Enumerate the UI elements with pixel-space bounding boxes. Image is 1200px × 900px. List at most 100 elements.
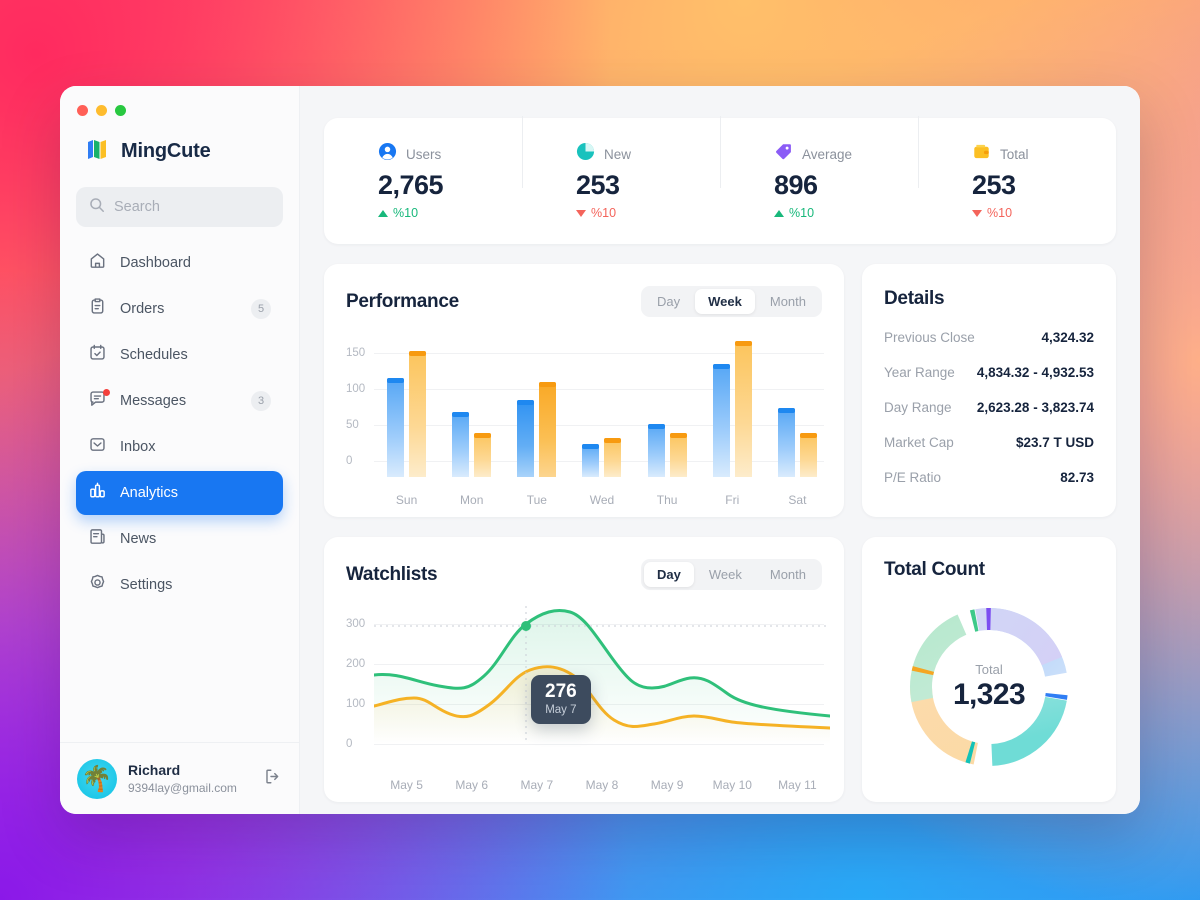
y-tick: 300 (346, 618, 366, 630)
bar-group-thu (635, 335, 700, 477)
y-tick: 0 (346, 738, 353, 750)
bar-orange[interactable] (799, 432, 817, 477)
stat-delta-value: %10 (987, 206, 1013, 220)
sidebar-item-schedules[interactable]: Schedules (76, 333, 283, 377)
stat-delta-value: %10 (591, 206, 617, 220)
zoom-button[interactable] (115, 105, 126, 116)
sidebar-item-label: Messages (120, 393, 187, 409)
watchlists-tabs: Day Week Month (641, 559, 822, 590)
performance-tabs: Day Week Month (641, 286, 822, 317)
x-axis-labels: Sun Mon Tue Wed Thu Fri Sat (374, 493, 830, 507)
bar-orange[interactable] (604, 438, 622, 477)
stat-average: Average 896 %10 (720, 116, 918, 220)
x-tick: May 7 (520, 778, 554, 792)
bar-blue[interactable] (452, 411, 470, 477)
y-tick: 100 (346, 383, 366, 395)
calendar-check-icon (88, 343, 107, 367)
close-button[interactable] (77, 105, 88, 116)
avatar-image: 🌴 (81, 764, 113, 793)
bar-cap (777, 407, 795, 413)
pie-chart-icon (576, 142, 595, 166)
bar-orange[interactable] (539, 382, 557, 477)
sidebar-item-label: Settings (120, 577, 173, 593)
bar-blue[interactable] (777, 407, 795, 477)
total-count-card: Total Count Total 1,323 (862, 537, 1116, 802)
sidebar-item-dashboard[interactable]: Dashboard (76, 241, 283, 285)
avatar: 🌴 (77, 758, 117, 799)
bar-group-container (374, 335, 830, 477)
page-title: Details (884, 288, 945, 309)
minimize-button[interactable] (96, 105, 107, 116)
detail-label: P/E Ratio (884, 470, 942, 485)
sidebar-badge: 5 (251, 299, 271, 319)
sidebar-item-inbox[interactable]: Inbox (76, 425, 283, 469)
stat-label: Total (1000, 146, 1029, 162)
x-tick: Fri (725, 493, 740, 507)
sidebar-item-settings[interactable]: Settings (76, 563, 283, 607)
detail-row: P/E Ratio 82.73 (884, 460, 1094, 495)
tab-week[interactable]: Week (695, 289, 755, 314)
y-tick: 100 (346, 698, 366, 710)
sidebar-item-news[interactable]: News (76, 517, 283, 561)
bar-group-tue (504, 335, 569, 477)
bar-orange[interactable] (409, 350, 427, 477)
tab-week[interactable]: Week (696, 562, 755, 587)
user-profile[interactable]: 🌴 Richard 9394lay@gmail.com (60, 742, 299, 814)
brand: MingCute (60, 116, 299, 165)
bar-orange[interactable] (474, 432, 492, 477)
tab-day[interactable]: Day (644, 289, 693, 314)
bar-blue[interactable] (712, 364, 730, 477)
stat-new: New 253 %10 (522, 116, 720, 220)
bar-orange[interactable] (734, 340, 752, 477)
sidebar: MingCute Search Dashboard Orders 5 Sched… (60, 86, 300, 814)
performance-card: Performance Day Week Month 150 100 50 0 (324, 264, 844, 517)
detail-value: 2,623.28 - 3,823.74 (976, 400, 1094, 415)
user-name: Richard (128, 761, 181, 778)
sidebar-item-analytics[interactable]: Analytics (76, 471, 283, 515)
tab-month[interactable]: Month (757, 562, 819, 587)
bar-cap (734, 340, 752, 346)
bar-blue[interactable] (517, 399, 535, 477)
tab-month[interactable]: Month (757, 289, 819, 314)
tooltip-date: May 7 (545, 703, 577, 716)
x-tick: May 5 (390, 778, 423, 792)
detail-value: 82.73 (1060, 470, 1094, 485)
bar-cap (669, 432, 687, 438)
gear-icon (88, 573, 107, 597)
bar-cap (647, 424, 665, 430)
search-input[interactable]: Search (76, 187, 283, 227)
stat-value: 896 (774, 170, 818, 200)
tab-day[interactable]: Day (644, 562, 694, 587)
stat-delta: %10 (972, 206, 1116, 220)
x-tick: May 11 (778, 778, 817, 792)
sidebar-item-orders[interactable]: Orders 5 (76, 287, 283, 331)
page-title: Performance (346, 290, 459, 312)
y-tick: 200 (346, 658, 366, 670)
stat-label: Users (406, 146, 442, 162)
gridline (374, 744, 824, 745)
sidebar-item-label: Dashboard (120, 255, 191, 271)
bar-blue[interactable] (582, 443, 600, 477)
sidebar-item-messages[interactable]: Messages 3 (76, 379, 283, 423)
tooltip-value: 276 (545, 681, 577, 702)
stat-value: 253 (972, 170, 1016, 200)
y-tick: 0 (346, 455, 353, 467)
x-tick: Thu (656, 493, 678, 507)
row-performance: Performance Day Week Month 150 100 50 0 (324, 264, 1116, 517)
bar-orange[interactable] (669, 432, 687, 477)
arrow-down-icon (576, 209, 586, 217)
chart-tooltip: 276 May 7 (531, 675, 591, 724)
line-chart-svg (374, 606, 830, 744)
bar-blue[interactable] (387, 378, 405, 477)
detail-label: Year Range (884, 365, 955, 380)
bar-blue[interactable] (647, 424, 665, 477)
bar-chart-icon (88, 481, 107, 505)
tag-icon (774, 142, 793, 166)
user-email: 9394lay@gmail.com (128, 780, 237, 795)
detail-label: Market Cap (884, 435, 954, 450)
x-tick: Sun (395, 493, 418, 507)
donut-center: Total 1,323 (953, 662, 1026, 712)
logout-icon[interactable] (263, 767, 282, 791)
y-tick: 150 (346, 347, 366, 359)
bar-group-fri (700, 335, 765, 477)
